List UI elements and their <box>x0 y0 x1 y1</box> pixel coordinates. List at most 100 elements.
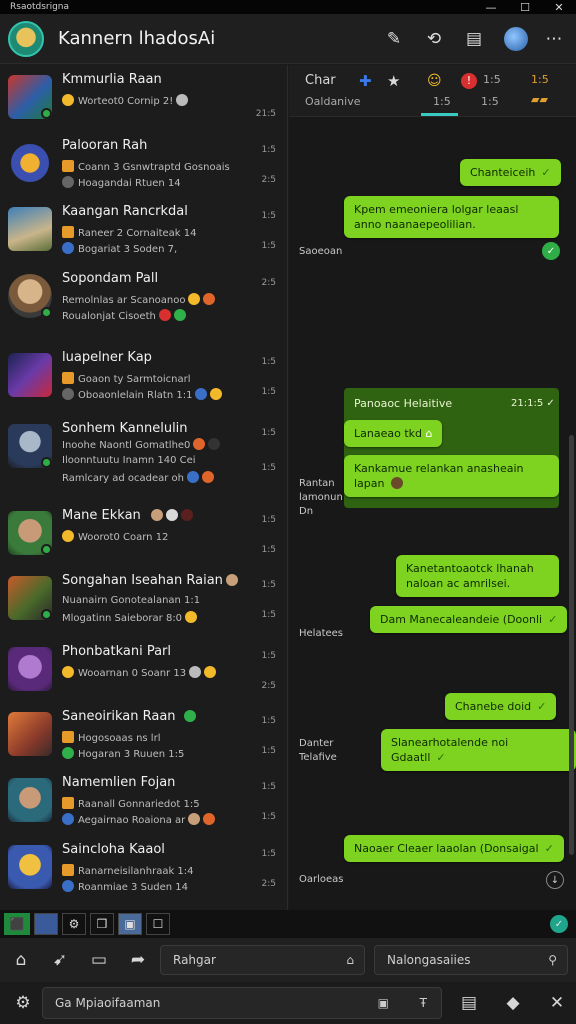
sender-label: Oarloeas <box>299 874 344 885</box>
compose-bar: ⚙ Ga Mpiaoifaaman ▣ Ŧ ▤ ◆ ✕ <box>0 982 576 1024</box>
status-icon[interactable]: ✓ <box>550 915 568 933</box>
message-time: 1:5 <box>261 580 276 590</box>
window-icon[interactable]: ☐ <box>146 913 170 935</box>
contact-avatar <box>8 845 52 889</box>
chat-list-item[interactable]: Songahan Iseahan Raian Nuanairn Gonoteal… <box>0 570 288 636</box>
profile-avatar[interactable] <box>8 20 44 57</box>
message-bubble[interactable]: Lanaeao tkd ⌂ <box>344 420 443 447</box>
contact-name: luapelner Kap <box>62 350 152 365</box>
archive-icon[interactable]: ▤ <box>460 25 488 53</box>
message-bubble[interactable]: Chanebe doid ✓ <box>445 693 557 720</box>
globe-icon[interactable] <box>504 26 528 51</box>
message-input[interactable]: Ga Mpiaoifaaman ▣ Ŧ <box>42 987 442 1019</box>
quick-item-icon[interactable]: ▣ <box>118 913 142 935</box>
sender-label: Saoeoan <box>299 246 343 257</box>
message-preview-line2: Roualonjat Cisoeth <box>62 309 252 322</box>
attach-icon[interactable]: ▣ <box>378 996 389 1010</box>
puzzle-icon[interactable]: ✚ <box>359 72 372 90</box>
group-title: Panoaoc Helaitive <box>354 397 453 410</box>
emoji-icon[interactable]: ⚙ <box>5 985 41 1021</box>
search-field[interactable]: Rahgar ⌂ <box>160 945 365 975</box>
message-preview: Goaon ty Sarmtoicnarl <box>62 372 252 385</box>
pin-icon[interactable]: ➹ <box>42 942 78 978</box>
sticker-icon[interactable]: ◆ <box>495 985 531 1021</box>
message-bubble[interactable]: Kpem emeoniera lolgar leaasl anno naanae… <box>344 196 559 238</box>
message-preview-line2: Roanmiae 3 Suden 14 <box>62 880 252 893</box>
minimize-button[interactable]: — <box>474 1 508 14</box>
message-time: 2:5 <box>261 278 276 288</box>
chat-list-item[interactable]: Namemlien Fojan Raanall Gonnariedot 1:5 … <box>0 772 288 838</box>
copy-icon[interactable]: ❒ <box>90 913 114 935</box>
maximize-button[interactable]: ☐ <box>508 1 542 14</box>
save-icon[interactable]: ▤ <box>451 985 487 1021</box>
screen-icon[interactable]: ▭ <box>81 942 117 978</box>
tab-chat[interactable]: Char <box>305 73 336 88</box>
edit-icon[interactable]: ✎ <box>380 25 408 53</box>
unread-time: 1:5 <box>261 610 276 620</box>
unread-time: 1:5 <box>261 241 276 251</box>
star-icon[interactable]: ★ <box>387 72 400 90</box>
message-time: 21:5 <box>255 109 276 119</box>
online-status-dot <box>41 544 52 555</box>
chat-list-item[interactable]: Sonhem Kannelulin Inoohe Naontl Gomatlhe… <box>0 418 288 492</box>
contact-name: Saneoirikan Raan <box>62 709 242 724</box>
chat-list-item[interactable]: Saincloha Kaaol Ranarneisilanhraak 1:4 R… <box>0 839 288 905</box>
more-menu-icon[interactable]: ⋯ <box>540 25 568 53</box>
chat-list: Kmmurlia Raan Worteot0 Cornip 2! 21:5 Pa… <box>0 65 288 910</box>
tab-count: 1:5 <box>531 73 549 86</box>
unread-time: 1:5 <box>261 746 276 756</box>
scrollbar[interactable] <box>569 435 574 855</box>
chat-list-item[interactable]: Kmmurlia Raan Worteot0 Cornip 2! 21:5 <box>0 69 288 135</box>
contact-name: Mane Ekkan <box>62 508 242 523</box>
search-icon[interactable]: ⚲ <box>548 953 557 967</box>
window-titlebar: Rsaotdsrigna — ☐ ✕ <box>0 0 576 14</box>
active-tab-indicator <box>421 113 458 116</box>
chat-list-item[interactable]: Mane Ekkan Woorot0 Coarn 12 1:5 1:5 <box>0 505 288 571</box>
home-icon[interactable]: ⌂ <box>3 942 39 978</box>
contact-avatar <box>8 353 52 397</box>
contact-name: Songahan Iseahan Raian <box>62 573 242 588</box>
contact-name: Kaangan Rancrkdal <box>62 204 188 219</box>
chat-list-item[interactable]: Kaangan Rancrkdal Raneer 2 Cornaiteak 14… <box>0 201 288 267</box>
message-bubble[interactable]: Kankamue relankan anasheain lapan <box>344 455 559 497</box>
chat-list-item[interactable]: Palooran Rah Coann 3 Gsnwtraptd Gosnoais… <box>0 135 288 201</box>
online-status-dot <box>41 108 52 119</box>
message-bubble[interactable]: Dam Manecaleandeie (Doonli ✓ <box>370 606 568 633</box>
chat-list-item[interactable]: Phonbatkani Parl Wooarnan 0 Soanr 13 1:5… <box>0 641 288 707</box>
group-time: 21:1:5 ✓ <box>511 398 555 409</box>
message-preview-line2: Mlogatinn Saieborar 8:0 <box>62 611 252 624</box>
unread-time: 2:5 <box>261 681 276 691</box>
message-bubble[interactable]: Naoaer Cleaer laaolan (Donsaigal ✓ <box>344 835 564 862</box>
chat-list-item[interactable]: Sopondam Pall Remolnlas ar Scanoanoo Rou… <box>0 268 288 334</box>
scroll-down-icon[interactable]: ↓ <box>546 871 564 889</box>
home-button-icon[interactable]: ⌂ <box>346 953 354 967</box>
message-bubble[interactable]: Chanteiceih ✓ <box>460 159 561 186</box>
gif-icon[interactable]: Ŧ <box>420 996 427 1010</box>
emoji-icon[interactable]: ☺ <box>427 73 442 89</box>
message-time: 1:5 <box>261 357 276 367</box>
quick-item-icon[interactable] <box>34 913 58 935</box>
message-bubble[interactable]: Slanearhotalende noi Gdaatll ✓ <box>381 729 576 771</box>
sender-label: Danter Telafive <box>299 738 337 763</box>
share-icon[interactable]: ➦ <box>120 942 156 978</box>
contact-avatar <box>8 647 52 691</box>
unread-time: 1:5 <box>261 545 276 555</box>
online-status-dot <box>41 457 52 468</box>
message-preview: Raneer 2 Cornaiteak 14 <box>62 226 252 239</box>
close-compose-icon[interactable]: ✕ <box>539 985 575 1021</box>
quick-item-icon[interactable]: ⬛ <box>4 913 30 935</box>
message-bubble[interactable]: Kanetantoaotck lhanah naloan ac amrilsei… <box>396 555 559 597</box>
chat-list-item[interactable]: Saneoirikan Raan Hogosoaas ns lrl Hogara… <box>0 706 288 772</box>
tab-count: 1:5 <box>433 95 451 108</box>
refresh-icon[interactable]: ⟲ <box>420 25 448 53</box>
settings-icon[interactable]: ⚙ <box>62 913 86 935</box>
message-preview: Nuanairn Gonotealanan 1:1 <box>62 595 201 606</box>
contact-avatar <box>8 207 52 251</box>
close-button[interactable]: ✕ <box>542 1 576 14</box>
filter-field[interactable]: Nalongasaiies ⚲ <box>374 945 568 975</box>
message-preview: Woorot0 Coarn 12 <box>62 530 252 543</box>
message-preview: Inoohe Naontl Gomatlhe0 <box>62 438 252 451</box>
message-preview: Ranarneisilanhraak 1:4 <box>62 864 252 877</box>
bookmark-icon[interactable]: ▰▰ <box>531 93 548 106</box>
chat-list-item[interactable]: luapelner Kap Goaon ty Sarmtoicnarl Oboa… <box>0 347 288 413</box>
